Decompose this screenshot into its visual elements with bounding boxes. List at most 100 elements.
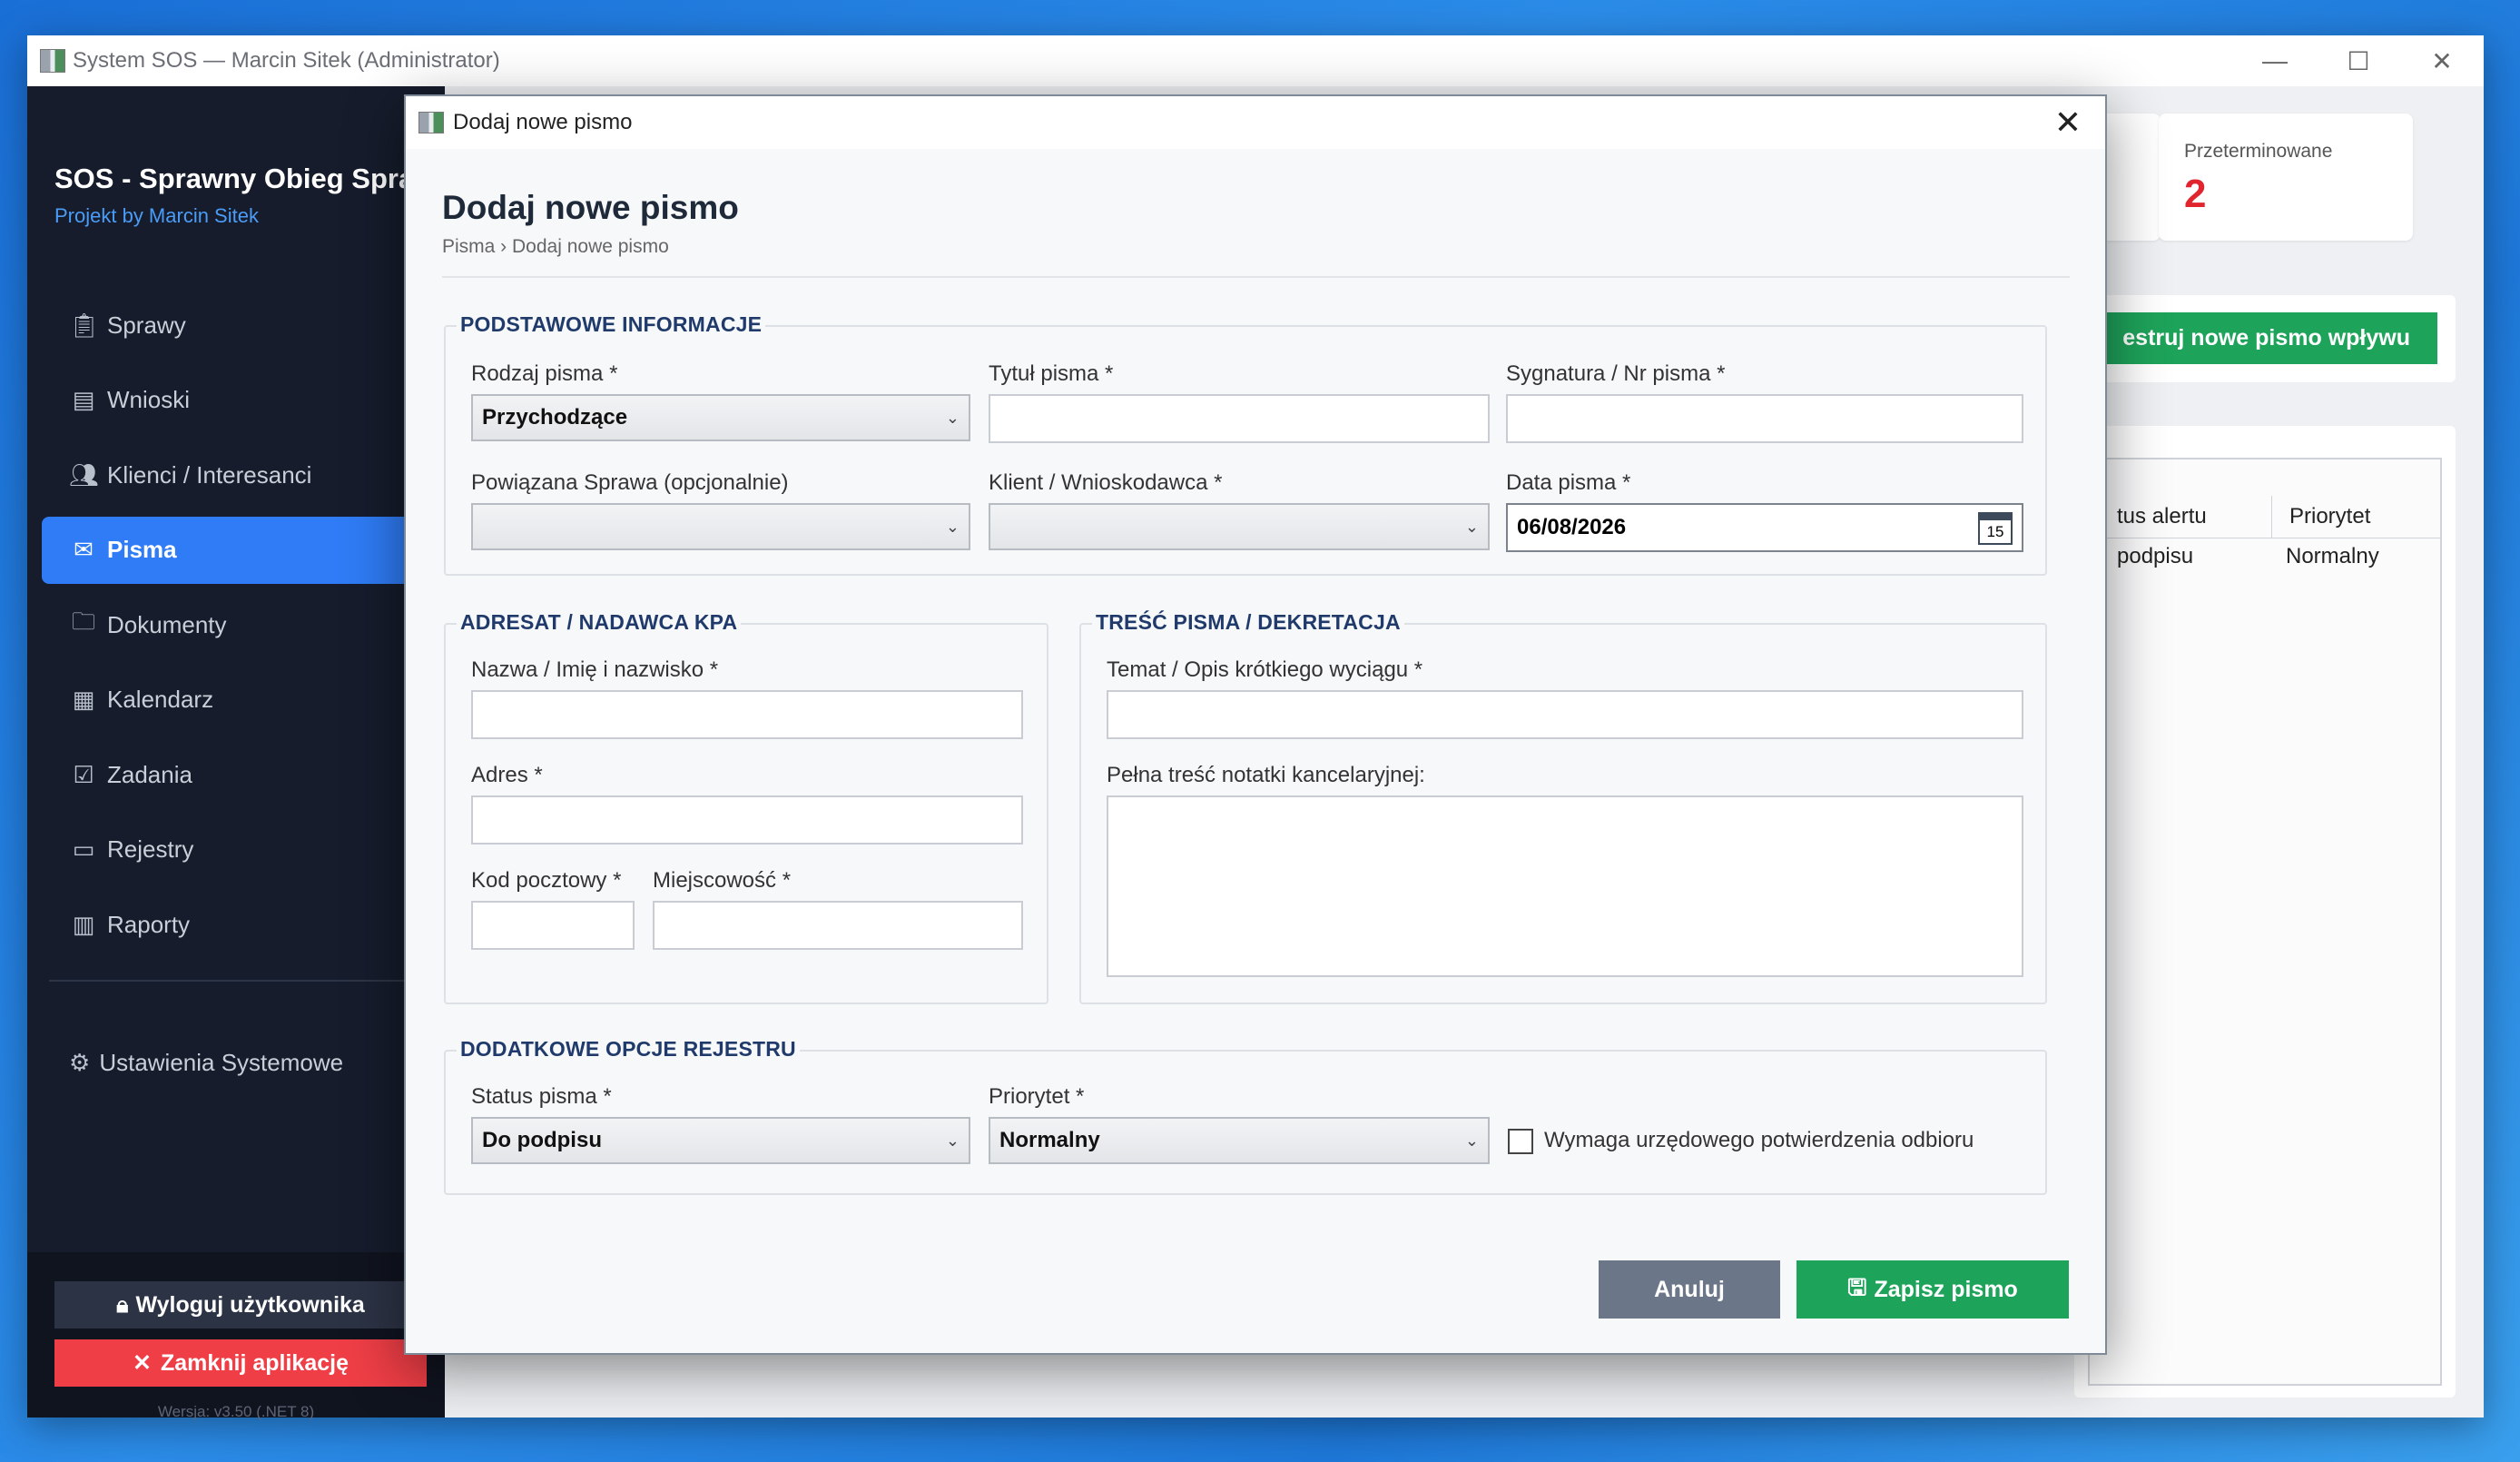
confirm-receipt-checkbox[interactable] — [1508, 1129, 1533, 1154]
sidebar-item-label: Dokumenty — [107, 610, 227, 638]
sidebar-item-klienci[interactable]: 👥︎ Klienci / Interesanci — [42, 441, 434, 509]
field-label: Nazwa / Imię i nazwisko * — [471, 657, 719, 682]
gear-icon: ⚙ — [69, 1049, 91, 1076]
maximize-icon[interactable]: ☐ — [2317, 35, 2400, 86]
brand-title: SOS - Sprawny Obieg Spraw — [54, 163, 437, 194]
letter-title-input[interactable] — [989, 394, 1490, 443]
field-label: Rodzaj pisma * — [471, 361, 618, 386]
group-title: DODATKOWE OPCJE REJESTRU — [457, 1037, 800, 1062]
document-icon: ▤ — [72, 386, 95, 413]
sidebar-item-label: Klienci / Interesanci — [107, 460, 312, 489]
select-value: Normalny — [999, 1128, 1100, 1152]
dialog-close-icon[interactable]: ✕ — [2047, 102, 2089, 143]
window-title: System SOS — Marcin Sitek (Administrator… — [73, 48, 500, 73]
close-app-label: Zamknij aplikację — [160, 1349, 349, 1376]
close-icon: ✕ — [133, 1350, 152, 1376]
stat-label: Przeterminowane — [2184, 141, 2333, 162]
priority-select[interactable]: Normalny ⌄ — [989, 1117, 1490, 1164]
dialog-window-title: Dodaj nowe pismo — [453, 110, 633, 134]
address-input[interactable] — [471, 795, 1023, 845]
status-select[interactable]: Do podpisu ⌄ — [471, 1117, 970, 1164]
addressee-name-input[interactable] — [471, 690, 1023, 739]
field-label: Kod pocztowy * — [471, 868, 622, 893]
signature-input[interactable] — [1506, 394, 2023, 443]
close-icon[interactable]: ✕ — [2400, 35, 2484, 86]
group-addressee: ADRESAT / NADAWCA KPA Nazwa / Imię i naz… — [444, 610, 1048, 1004]
sidebar: SOS - Sprawny Obieg Spraw Projekt by Mar… — [27, 86, 445, 1420]
stat-value: 2 — [2184, 172, 2207, 216]
sidebar-item-label: Wnioski — [107, 386, 191, 413]
page-title: Dodaj nowe pismo — [442, 189, 739, 226]
stat-card-overdue: Przeterminowane 2 — [2159, 114, 2413, 241]
save-icon: 🖫 — [1847, 1274, 1867, 1300]
sidebar-item-label: Sprawy — [107, 311, 186, 339]
group-title: ADRESAT / NADAWCA KPA — [457, 610, 742, 635]
chevron-down-icon: ⌄ — [945, 518, 960, 536]
close-app-button[interactable]: ✕ Zamknij aplikację — [54, 1339, 427, 1387]
sidebar-item-rejestry[interactable]: ▭ Rejestry — [42, 816, 434, 884]
select-value: Przychodzące — [482, 405, 628, 430]
subject-input[interactable] — [1107, 690, 2023, 739]
bar-chart-icon: ▥ — [72, 910, 95, 938]
save-button[interactable]: 🖫 Zapisz pismo — [1796, 1260, 2069, 1319]
chevron-down-icon: ⌄ — [1464, 1131, 1479, 1150]
field-label: Status pisma * — [471, 1084, 612, 1109]
breadcrumb: Pisma › Dodaj nowe pismo — [442, 236, 669, 257]
checkbox-icon: ☑ — [73, 760, 94, 788]
logout-button[interactable]: 🔒︎ Wyloguj użytkownika — [54, 1281, 427, 1329]
field-label: Klient / Wnioskodawca * — [989, 470, 1223, 495]
window-titlebar: System SOS — Marcin Sitek (Administrator… — [27, 35, 2484, 86]
letters-table: tus alertu Priorytet podpisu Normalny — [2088, 458, 2442, 1386]
sidebar-item-settings[interactable]: ⚙ Ustawienia Systemowe — [69, 1049, 343, 1077]
group-basic-info: PODSTAWOWE INFORMACJE Rodzaj pisma * Prz… — [444, 312, 2047, 576]
sidebar-footer: 🔒︎ Wyloguj użytkownika ✕ Zamknij aplikac… — [27, 1252, 445, 1420]
sidebar-item-kalendarz[interactable]: ▦ Kalendarz — [42, 667, 434, 734]
people-icon: 👥︎ — [69, 460, 100, 489]
checkbox-label[interactable]: Wymaga urzędowego potwierdzenia odbioru — [1544, 1128, 1974, 1153]
field-label: Tytuł pisma * — [989, 361, 1114, 386]
sidebar-item-sprawy[interactable]: 📋︎ Sprawy — [42, 291, 434, 359]
letter-date-picker[interactable]: 06/08/2026 15 — [1506, 503, 2023, 552]
field-label: Powiązana Sprawa (opcjonalnie) — [471, 470, 789, 495]
table-header: tus alertu — [2117, 504, 2207, 528]
table-cell[interactable]: podpisu — [2117, 538, 2193, 576]
minimize-icon[interactable]: — — [2233, 35, 2317, 86]
registry-icon: ▭ — [72, 835, 95, 863]
sidebar-item-label: Pisma — [107, 536, 177, 563]
sidebar-item-zadania[interactable]: ☑ Zadania — [42, 741, 434, 808]
sidebar-item-pisma[interactable]: ✉ Pisma — [42, 516, 434, 584]
client-select[interactable]: ⌄ — [989, 503, 1490, 550]
related-case-select[interactable]: ⌄ — [471, 503, 970, 550]
app-icon — [418, 112, 444, 133]
field-label: Miejscowość * — [653, 868, 792, 893]
calendar-icon[interactable]: 15 — [1978, 512, 2013, 545]
sidebar-item-dokumenty[interactable]: 🗀 Dokumenty — [42, 591, 434, 658]
divider — [442, 276, 2070, 278]
cancel-button[interactable]: Anuluj — [1599, 1260, 1780, 1319]
chevron-down-icon: ⌄ — [945, 1131, 960, 1150]
sidebar-item-label: Kalendarz — [107, 686, 214, 713]
sidebar-item-label: Rejestry — [107, 835, 194, 863]
sidebar-divider — [49, 980, 423, 982]
field-label: Adres * — [471, 763, 543, 787]
full-content-textarea[interactable] — [1107, 795, 2023, 977]
group-content: TREŚĆ PISMA / DEKRETACJA Temat / Opis kr… — [1079, 610, 2047, 1004]
postal-code-input[interactable] — [471, 901, 635, 950]
date-value: 06/08/2026 — [1517, 515, 1627, 539]
field-label: Priorytet * — [989, 1084, 1085, 1109]
city-input[interactable] — [653, 901, 1023, 950]
brand-subtitle: Projekt by Marcin Sitek — [54, 204, 259, 227]
sidebar-item-raporty[interactable]: ▥ Raporty — [42, 891, 434, 958]
table-cell[interactable]: Normalny — [2286, 538, 2379, 576]
add-letter-dialog: Dodaj nowe pismo ✕ Dodaj nowe pismo Pism… — [404, 94, 2107, 1355]
logout-label: Wyloguj użytkownika — [135, 1291, 365, 1318]
app-icon — [40, 49, 65, 73]
settings-label: Ustawienia Systemowe — [99, 1049, 344, 1076]
field-label: Temat / Opis krótkiego wyciągu * — [1107, 657, 1423, 682]
sidebar-item-wnioski[interactable]: ▤ Wnioski — [42, 367, 434, 434]
letter-type-select[interactable]: Przychodzące ⌄ — [471, 394, 970, 441]
group-title: TREŚĆ PISMA / DEKRETACJA — [1092, 610, 1404, 635]
field-label: Pełna treść notatki kancelaryjnej: — [1107, 763, 1425, 787]
field-label: Data pisma * — [1506, 470, 1631, 495]
register-letter-button[interactable]: estruj nowe pismo wpływu — [2074, 312, 2437, 364]
